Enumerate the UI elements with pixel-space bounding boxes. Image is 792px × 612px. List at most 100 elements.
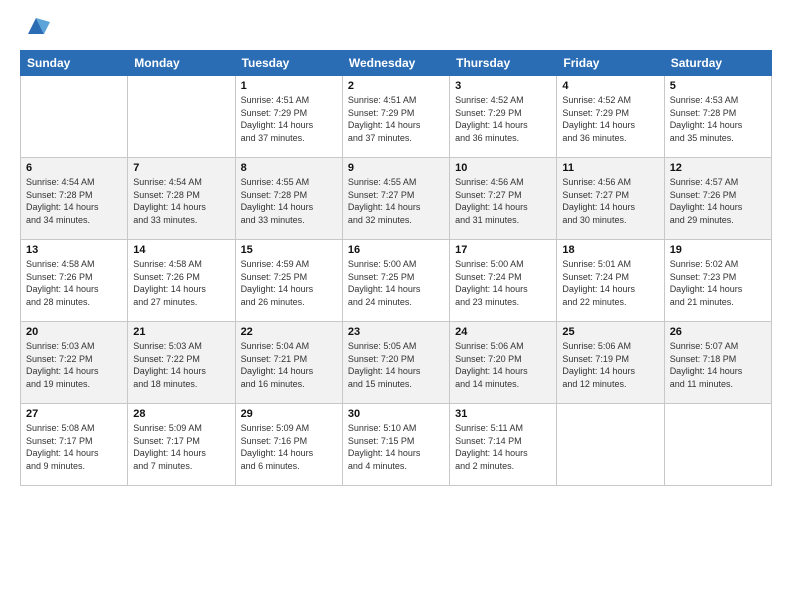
calendar-table: SundayMondayTuesdayWednesdayThursdayFrid… bbox=[20, 50, 772, 486]
day-number: 26 bbox=[670, 326, 766, 338]
day-info: Sunrise: 5:06 AMSunset: 7:20 PMDaylight:… bbox=[455, 340, 551, 390]
calendar-cell: 26 Sunrise: 5:07 AMSunset: 7:18 PMDayligh… bbox=[664, 322, 771, 404]
calendar-cell: 10 Sunrise: 4:56 AMSunset: 7:27 PMDayligh… bbox=[450, 158, 557, 240]
calendar-cell: 7 Sunrise: 4:54 AMSunset: 7:28 PMDaylight… bbox=[128, 158, 235, 240]
day-number: 20 bbox=[26, 326, 122, 338]
day-number: 3 bbox=[455, 80, 551, 92]
calendar-week-row: 1Sunrise: 4:51 AMSunset: 7:29 PMDaylight… bbox=[21, 76, 772, 158]
day-header-monday: Monday bbox=[128, 51, 235, 76]
day-info: Sunrise: 4:57 AMSunset: 7:26 PMDaylight:… bbox=[670, 176, 766, 226]
calendar-cell bbox=[664, 404, 771, 486]
day-info: Sunrise: 4:51 AMSunset: 7:29 PMDaylight:… bbox=[241, 94, 337, 144]
day-info: Sunrise: 5:07 AMSunset: 7:18 PMDaylight:… bbox=[670, 340, 766, 390]
calendar-cell: 30 Sunrise: 5:10 AMSunset: 7:15 PMDayligh… bbox=[342, 404, 449, 486]
logo-icon bbox=[22, 12, 50, 40]
day-number: 8 bbox=[241, 162, 337, 174]
calendar-cell: 17Sunrise: 5:00 AMSunset: 7:24 PMDayligh… bbox=[450, 240, 557, 322]
day-info: Sunrise: 4:55 AMSunset: 7:28 PMDaylight:… bbox=[241, 176, 337, 226]
calendar-week-row: 13Sunrise: 4:58 AMSunset: 7:26 PMDayligh… bbox=[21, 240, 772, 322]
day-info: Sunrise: 4:53 AMSunset: 7:28 PMDaylight:… bbox=[670, 94, 766, 144]
calendar-cell: 4 Sunrise: 4:52 AMSunset: 7:29 PMDaylight… bbox=[557, 76, 664, 158]
calendar-page: SundayMondayTuesdayWednesdayThursdayFrid… bbox=[0, 0, 792, 612]
calendar-cell: 23 Sunrise: 5:05 AMSunset: 7:20 PMDayligh… bbox=[342, 322, 449, 404]
calendar-cell: 24 Sunrise: 5:06 AMSunset: 7:20 PMDayligh… bbox=[450, 322, 557, 404]
day-number: 2 bbox=[348, 80, 444, 92]
calendar-cell: 14Sunrise: 4:58 AMSunset: 7:26 PMDayligh… bbox=[128, 240, 235, 322]
calendar-cell: 13Sunrise: 4:58 AMSunset: 7:26 PMDayligh… bbox=[21, 240, 128, 322]
day-number: 16 bbox=[348, 244, 444, 256]
calendar-cell: 21Sunrise: 5:03 AMSunset: 7:22 PMDayligh… bbox=[128, 322, 235, 404]
day-number: 29 bbox=[241, 408, 337, 420]
calendar-cell: 27 Sunrise: 5:08 AMSunset: 7:17 PMDayligh… bbox=[21, 404, 128, 486]
day-number: 5 bbox=[670, 80, 766, 92]
day-header-saturday: Saturday bbox=[664, 51, 771, 76]
day-info: Sunrise: 5:09 AMSunset: 7:17 PMDaylight:… bbox=[133, 422, 229, 472]
day-info: Sunrise: 5:03 AMSunset: 7:22 PMDaylight:… bbox=[26, 340, 122, 390]
day-number: 10 bbox=[455, 162, 551, 174]
day-number: 11 bbox=[562, 162, 658, 174]
day-info: Sunrise: 5:08 AMSunset: 7:17 PMDaylight:… bbox=[26, 422, 122, 472]
day-info: Sunrise: 4:58 AMSunset: 7:26 PMDaylight:… bbox=[26, 258, 122, 308]
day-info: Sunrise: 4:59 AMSunset: 7:25 PMDaylight:… bbox=[241, 258, 337, 308]
day-number: 23 bbox=[348, 326, 444, 338]
day-number: 24 bbox=[455, 326, 551, 338]
day-info: Sunrise: 4:54 AMSunset: 7:28 PMDaylight:… bbox=[133, 176, 229, 226]
day-number: 22 bbox=[241, 326, 337, 338]
header bbox=[20, 16, 772, 40]
day-info: Sunrise: 5:09 AMSunset: 7:16 PMDaylight:… bbox=[241, 422, 337, 472]
calendar-cell: 31 Sunrise: 5:11 AMSunset: 7:14 PMDayligh… bbox=[450, 404, 557, 486]
calendar-cell: 12 Sunrise: 4:57 AMSunset: 7:26 PMDayligh… bbox=[664, 158, 771, 240]
calendar-cell bbox=[21, 76, 128, 158]
calendar-cell bbox=[128, 76, 235, 158]
day-info: Sunrise: 5:02 AMSunset: 7:23 PMDaylight:… bbox=[670, 258, 766, 308]
day-number: 6 bbox=[26, 162, 122, 174]
day-info: Sunrise: 4:55 AMSunset: 7:27 PMDaylight:… bbox=[348, 176, 444, 226]
calendar-cell: 20 Sunrise: 5:03 AMSunset: 7:22 PMDayligh… bbox=[21, 322, 128, 404]
calendar-cell: 15 Sunrise: 4:59 AMSunset: 7:25 PMDayligh… bbox=[235, 240, 342, 322]
calendar-cell: 28 Sunrise: 5:09 AMSunset: 7:17 PMDayligh… bbox=[128, 404, 235, 486]
day-number: 17 bbox=[455, 244, 551, 256]
calendar-cell: 6 Sunrise: 4:54 AMSunset: 7:28 PMDaylight… bbox=[21, 158, 128, 240]
day-info: Sunrise: 4:54 AMSunset: 7:28 PMDaylight:… bbox=[26, 176, 122, 226]
day-number: 25 bbox=[562, 326, 658, 338]
day-number: 9 bbox=[348, 162, 444, 174]
day-number: 27 bbox=[26, 408, 122, 420]
calendar-week-row: 6 Sunrise: 4:54 AMSunset: 7:28 PMDaylight… bbox=[21, 158, 772, 240]
day-info: Sunrise: 5:00 AMSunset: 7:25 PMDaylight:… bbox=[348, 258, 444, 308]
day-header-thursday: Thursday bbox=[450, 51, 557, 76]
calendar-cell bbox=[557, 404, 664, 486]
day-info: Sunrise: 5:03 AMSunset: 7:22 PMDaylight:… bbox=[133, 340, 229, 390]
calendar-cell: 1Sunrise: 4:51 AMSunset: 7:29 PMDaylight… bbox=[235, 76, 342, 158]
day-info: Sunrise: 5:01 AMSunset: 7:24 PMDaylight:… bbox=[562, 258, 658, 308]
day-info: Sunrise: 4:56 AMSunset: 7:27 PMDaylight:… bbox=[455, 176, 551, 226]
day-number: 19 bbox=[670, 244, 766, 256]
day-number: 4 bbox=[562, 80, 658, 92]
day-number: 28 bbox=[133, 408, 229, 420]
day-info: Sunrise: 5:06 AMSunset: 7:19 PMDaylight:… bbox=[562, 340, 658, 390]
day-header-friday: Friday bbox=[557, 51, 664, 76]
day-header-wednesday: Wednesday bbox=[342, 51, 449, 76]
calendar-header-row: SundayMondayTuesdayWednesdayThursdayFrid… bbox=[21, 51, 772, 76]
calendar-cell: 5 Sunrise: 4:53 AMSunset: 7:28 PMDaylight… bbox=[664, 76, 771, 158]
calendar-cell: 2 Sunrise: 4:51 AMSunset: 7:29 PMDaylight… bbox=[342, 76, 449, 158]
calendar-cell: 25 Sunrise: 5:06 AMSunset: 7:19 PMDayligh… bbox=[557, 322, 664, 404]
day-info: Sunrise: 4:52 AMSunset: 7:29 PMDaylight:… bbox=[562, 94, 658, 144]
day-number: 31 bbox=[455, 408, 551, 420]
day-info: Sunrise: 5:05 AMSunset: 7:20 PMDaylight:… bbox=[348, 340, 444, 390]
calendar-cell: 8 Sunrise: 4:55 AMSunset: 7:28 PMDaylight… bbox=[235, 158, 342, 240]
day-number: 7 bbox=[133, 162, 229, 174]
calendar-cell: 22Sunrise: 5:04 AMSunset: 7:21 PMDayligh… bbox=[235, 322, 342, 404]
day-number: 15 bbox=[241, 244, 337, 256]
day-info: Sunrise: 5:10 AMSunset: 7:15 PMDaylight:… bbox=[348, 422, 444, 472]
day-info: Sunrise: 4:58 AMSunset: 7:26 PMDaylight:… bbox=[133, 258, 229, 308]
day-info: Sunrise: 5:11 AMSunset: 7:14 PMDaylight:… bbox=[455, 422, 551, 472]
calendar-cell: 18 Sunrise: 5:01 AMSunset: 7:24 PMDayligh… bbox=[557, 240, 664, 322]
calendar-cell: 11Sunrise: 4:56 AMSunset: 7:27 PMDayligh… bbox=[557, 158, 664, 240]
day-info: Sunrise: 4:51 AMSunset: 7:29 PMDaylight:… bbox=[348, 94, 444, 144]
day-info: Sunrise: 4:52 AMSunset: 7:29 PMDaylight:… bbox=[455, 94, 551, 144]
calendar-cell: 16 Sunrise: 5:00 AMSunset: 7:25 PMDayligh… bbox=[342, 240, 449, 322]
calendar-cell: 19 Sunrise: 5:02 AMSunset: 7:23 PMDayligh… bbox=[664, 240, 771, 322]
day-number: 18 bbox=[562, 244, 658, 256]
day-number: 30 bbox=[348, 408, 444, 420]
day-number: 12 bbox=[670, 162, 766, 174]
